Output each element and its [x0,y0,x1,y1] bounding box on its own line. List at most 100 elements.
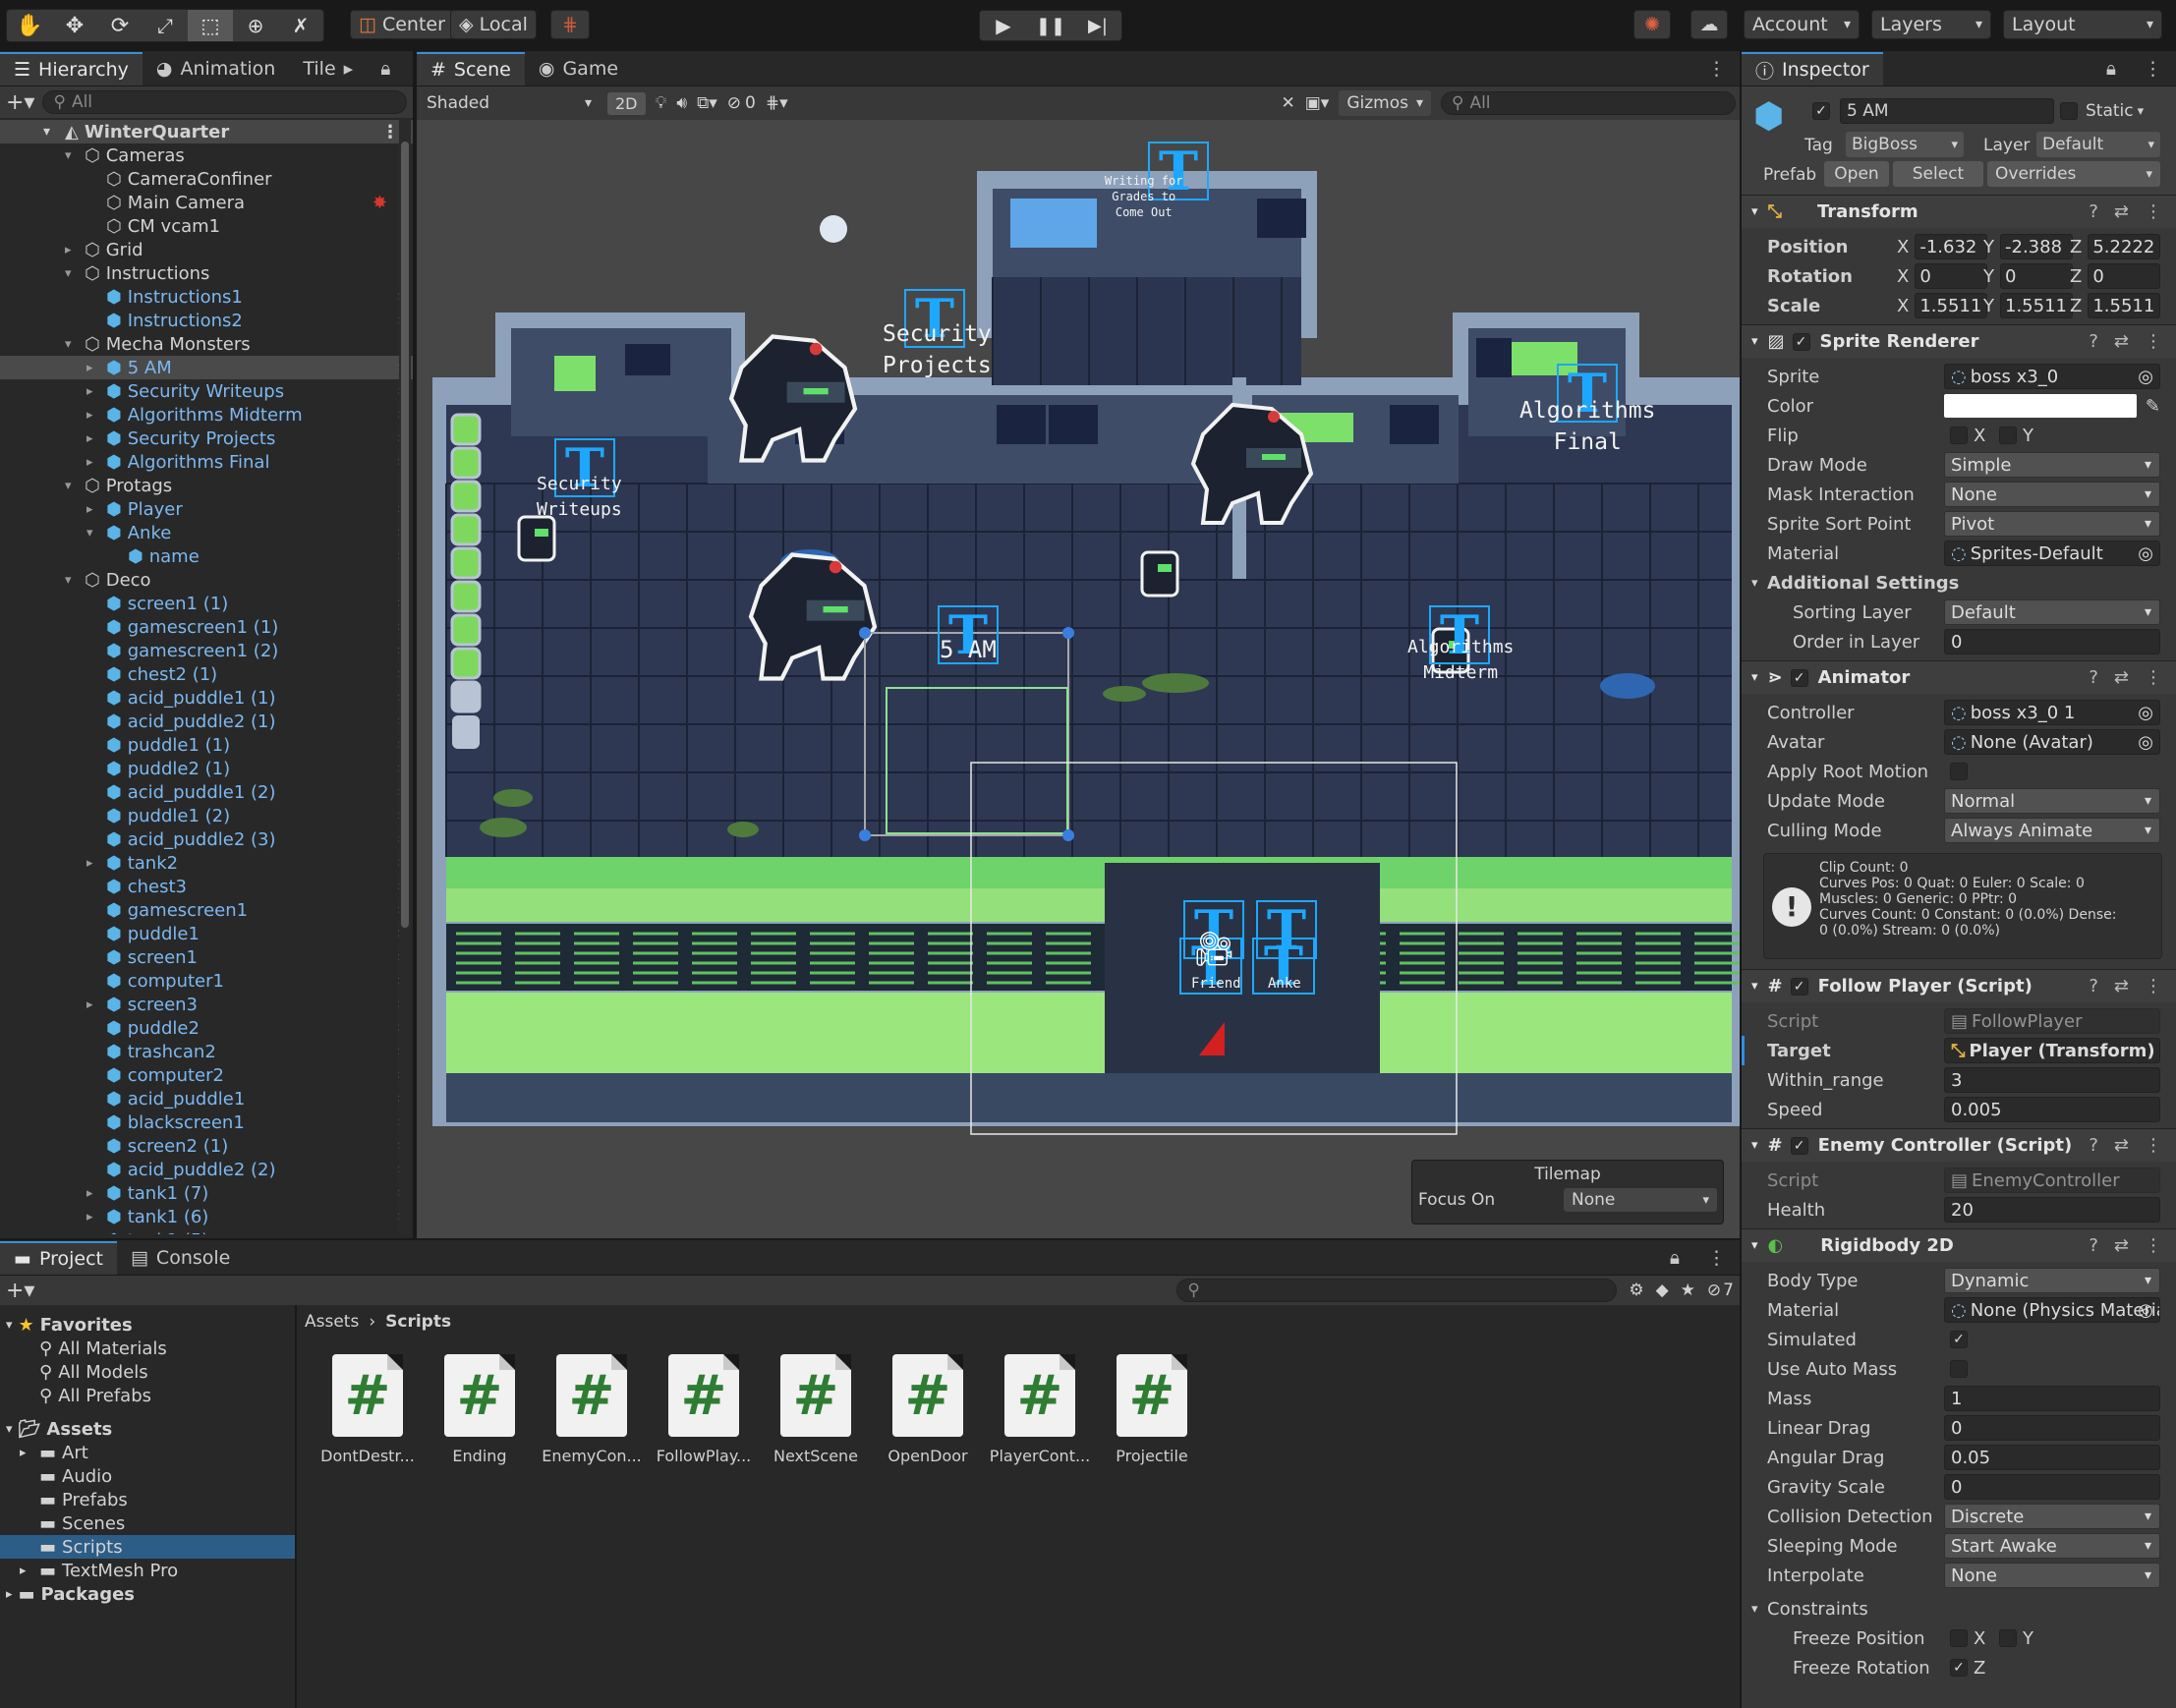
hierarchy-item[interactable]: ▸⬢Algorithms Final› [0,450,413,474]
project-search-input[interactable]: ⚲ [1176,1279,1618,1302]
hierarchy-item[interactable]: ▸⬢tank2› [0,851,413,875]
favorite-item[interactable]: ⚲ All Materials [0,1337,295,1360]
shading-dropdown[interactable]: Shaded ▾ [421,93,598,113]
preset-icon[interactable]: ⇄ [2114,976,2129,996]
scale-y-field[interactable]: 1.5511 [2000,293,2073,318]
hierarchy-item[interactable]: ▸⬢5 AM› [0,356,413,379]
component-enabled-checkbox[interactable]: ✓ [1790,668,1808,687]
property-field[interactable]: 1 [1944,1386,2160,1411]
property-dropdown[interactable]: Always Animate [1944,818,2160,843]
tools-icon[interactable]: ✕ [1281,93,1294,113]
camera-icon[interactable]: ▣▾ [1305,93,1330,113]
tab-console[interactable]: ▤ Console [117,1241,244,1275]
preset-icon[interactable]: ⇄ [2114,201,2129,222]
label-icon[interactable]: ◆ [1656,1281,1669,1300]
dropdown-closed-icon[interactable]: ▸ [86,408,93,423]
dropdown-closed-icon[interactable]: ▸ [86,997,93,1012]
assets-header[interactable]: ▾ 📂︎ Assets [0,1417,295,1441]
tab-project[interactable]: ▬ Project [0,1241,117,1275]
asset-folder[interactable]: ▸ ▬ TextMesh Pro [0,1559,295,1582]
asset-folder[interactable]: ▸ ▬ Art [0,1441,295,1464]
script-asset[interactable]: # EnemyCon... [542,1354,642,1465]
color-swatch[interactable] [1944,394,2137,418]
hand-tool-icon[interactable]: ✋ [7,10,52,41]
hierarchy-item[interactable]: ⬢acid_puddle2 (1)› [0,710,413,733]
property-dropdown[interactable]: Start Awake [1944,1533,2160,1559]
hierarchy-item[interactable]: ⬢Instructions1› [0,285,413,309]
hierarchy-item[interactable]: ▸⬢screen3› [0,993,413,1016]
script-asset[interactable]: # Projectile [1103,1354,1201,1465]
property-dropdown[interactable]: None [1944,1563,2160,1588]
more-icon[interactable]: ⋮ [2145,201,2162,222]
favorites-header[interactable]: ▾ ★ Favorites [0,1313,295,1337]
hierarchy-item[interactable]: ▸⬢tank1 (7)› [0,1181,413,1205]
static-dropdown[interactable]: Static ▾ [2086,98,2144,124]
sprite-renderer-header[interactable]: ▾ ▨ ✓ Sprite Renderer ? ⇄ ⋮ [1742,324,2176,358]
breadcrumb-scripts[interactable]: Scripts [385,1312,451,1332]
script-asset[interactable]: # OpenDoor [879,1354,977,1465]
hierarchy-item[interactable]: ⬢puddle1› [0,922,413,945]
lock-icon[interactable]: 🔒︎ [367,52,404,85]
hierarchy-item[interactable]: ⬢name› [0,544,413,568]
space-toggle[interactable]: ◈ Local [450,10,537,39]
hierarchy-scrollbar[interactable] [399,118,411,1234]
hierarchy-item[interactable]: ⬢screen2 (1)› [0,1134,413,1158]
asset-folder[interactable]: ▸▬Audio [0,1464,295,1488]
more-icon[interactable]: ⋮ [2145,1235,2162,1256]
packages-header[interactable]: ▸ ▬ Packages [0,1582,295,1606]
object-name-field[interactable]: 5 AM [1840,98,2054,124]
layers-dropdown[interactable]: Layers ▾ [1871,10,1991,39]
hierarchy-item[interactable]: ⬢acid_puddle2 (2)› [0,1158,413,1181]
dropdown-closed-icon[interactable]: ▸ [86,1233,93,1235]
rect-tool-icon[interactable]: ⬚ [188,10,233,41]
mode-2d-toggle[interactable]: 2D [607,91,646,115]
hierarchy-item[interactable]: ⬡ CM vcam1 [0,214,413,238]
preset-icon[interactable]: ⇄ [2114,1235,2129,1256]
hierarchy-item[interactable]: ⬢chest3› [0,875,413,898]
property-dropdown[interactable]: Simple [1944,452,2160,478]
object-picker-icon[interactable]: ◎ [2138,367,2153,387]
tab-tile[interactable]: Tile ▸ [289,52,367,85]
lighting-icon[interactable]: 💡︎ [656,93,667,113]
pause-icon[interactable]: ❚❚ [1027,11,1074,40]
dropdown-closed-icon[interactable]: ▸ [86,856,93,871]
audio-icon[interactable]: 🔊︎ [676,93,687,113]
object-picker-icon[interactable]: ◎ [2138,703,2153,723]
asset-folder[interactable]: ▸▬Prefabs [0,1488,295,1511]
transform-header[interactable]: ▾ ⤡ Transform ? ⇄ ⋮ [1742,195,2176,228]
scene-canvas[interactable]: T Writing for Grades to Come Out T Secur… [417,120,1740,1238]
dropdown-closed-icon[interactable]: ▸ [20,1446,39,1460]
rotation-x-field[interactable]: 0 [1915,263,1988,289]
scrollbar-thumb[interactable] [401,142,409,928]
move-tool-icon[interactable]: ✥ [52,10,97,41]
property-checkbox[interactable] [1950,1360,1968,1378]
account-dropdown[interactable]: Account ▾ [1744,10,1860,39]
dropdown-closed-icon[interactable]: ▸ [86,1210,93,1224]
pivot-toggle[interactable]: ◫ Center [350,10,454,39]
animator-header[interactable]: ▾ ⋗ ✓ Animator ? ⇄ ⋮ [1742,660,2176,694]
hierarchy-item[interactable]: ⬢blackscreen1› [0,1110,413,1134]
favorite-item[interactable]: ⚲ All Models [0,1360,295,1384]
property-field[interactable]: 0 [1944,629,2160,655]
rotation-y-field[interactable]: 0 [2000,263,2073,289]
camera-gizmo-icon[interactable]: 🎥︎ [1193,930,1235,969]
tab-game[interactable]: ◉ Game [525,52,632,85]
dropdown-open-icon[interactable]: ▾ [65,148,72,163]
hidden-objects-icon[interactable]: ⊘ 0 [727,93,756,113]
flip-x-checkbox[interactable] [1950,427,1968,444]
lock-icon[interactable]: 🔒︎ [1656,1241,1693,1275]
rigidbody-header[interactable]: ▾ ◐ Rigidbody 2D ? ⇄ ⋮ [1742,1228,2176,1262]
hierarchy-item[interactable]: ⬢puddle2 (1)› [0,757,413,780]
scale-z-field[interactable]: 1.5511 [2088,293,2161,318]
flip-y-checkbox[interactable] [1999,427,2017,444]
hierarchy-item[interactable]: ⬡ CameraConfiner [0,167,413,191]
script-asset[interactable]: # PlayerCont... [990,1354,1090,1465]
dropdown-closed-icon[interactable]: ▸ [86,431,93,446]
player-marker-icon[interactable] [1199,1022,1225,1055]
hierarchy-item[interactable]: ⬢gamescreen1 (1)› [0,615,413,639]
hierarchy-item[interactable]: ▾ ⬡ Cameras [0,143,413,167]
script-asset[interactable]: # Ending [430,1354,529,1465]
transform-tool-icon[interactable]: ⊕ [233,10,278,41]
object-picker-icon[interactable]: ◎ [2138,543,2153,564]
help-icon[interactable]: ? [2089,201,2098,222]
